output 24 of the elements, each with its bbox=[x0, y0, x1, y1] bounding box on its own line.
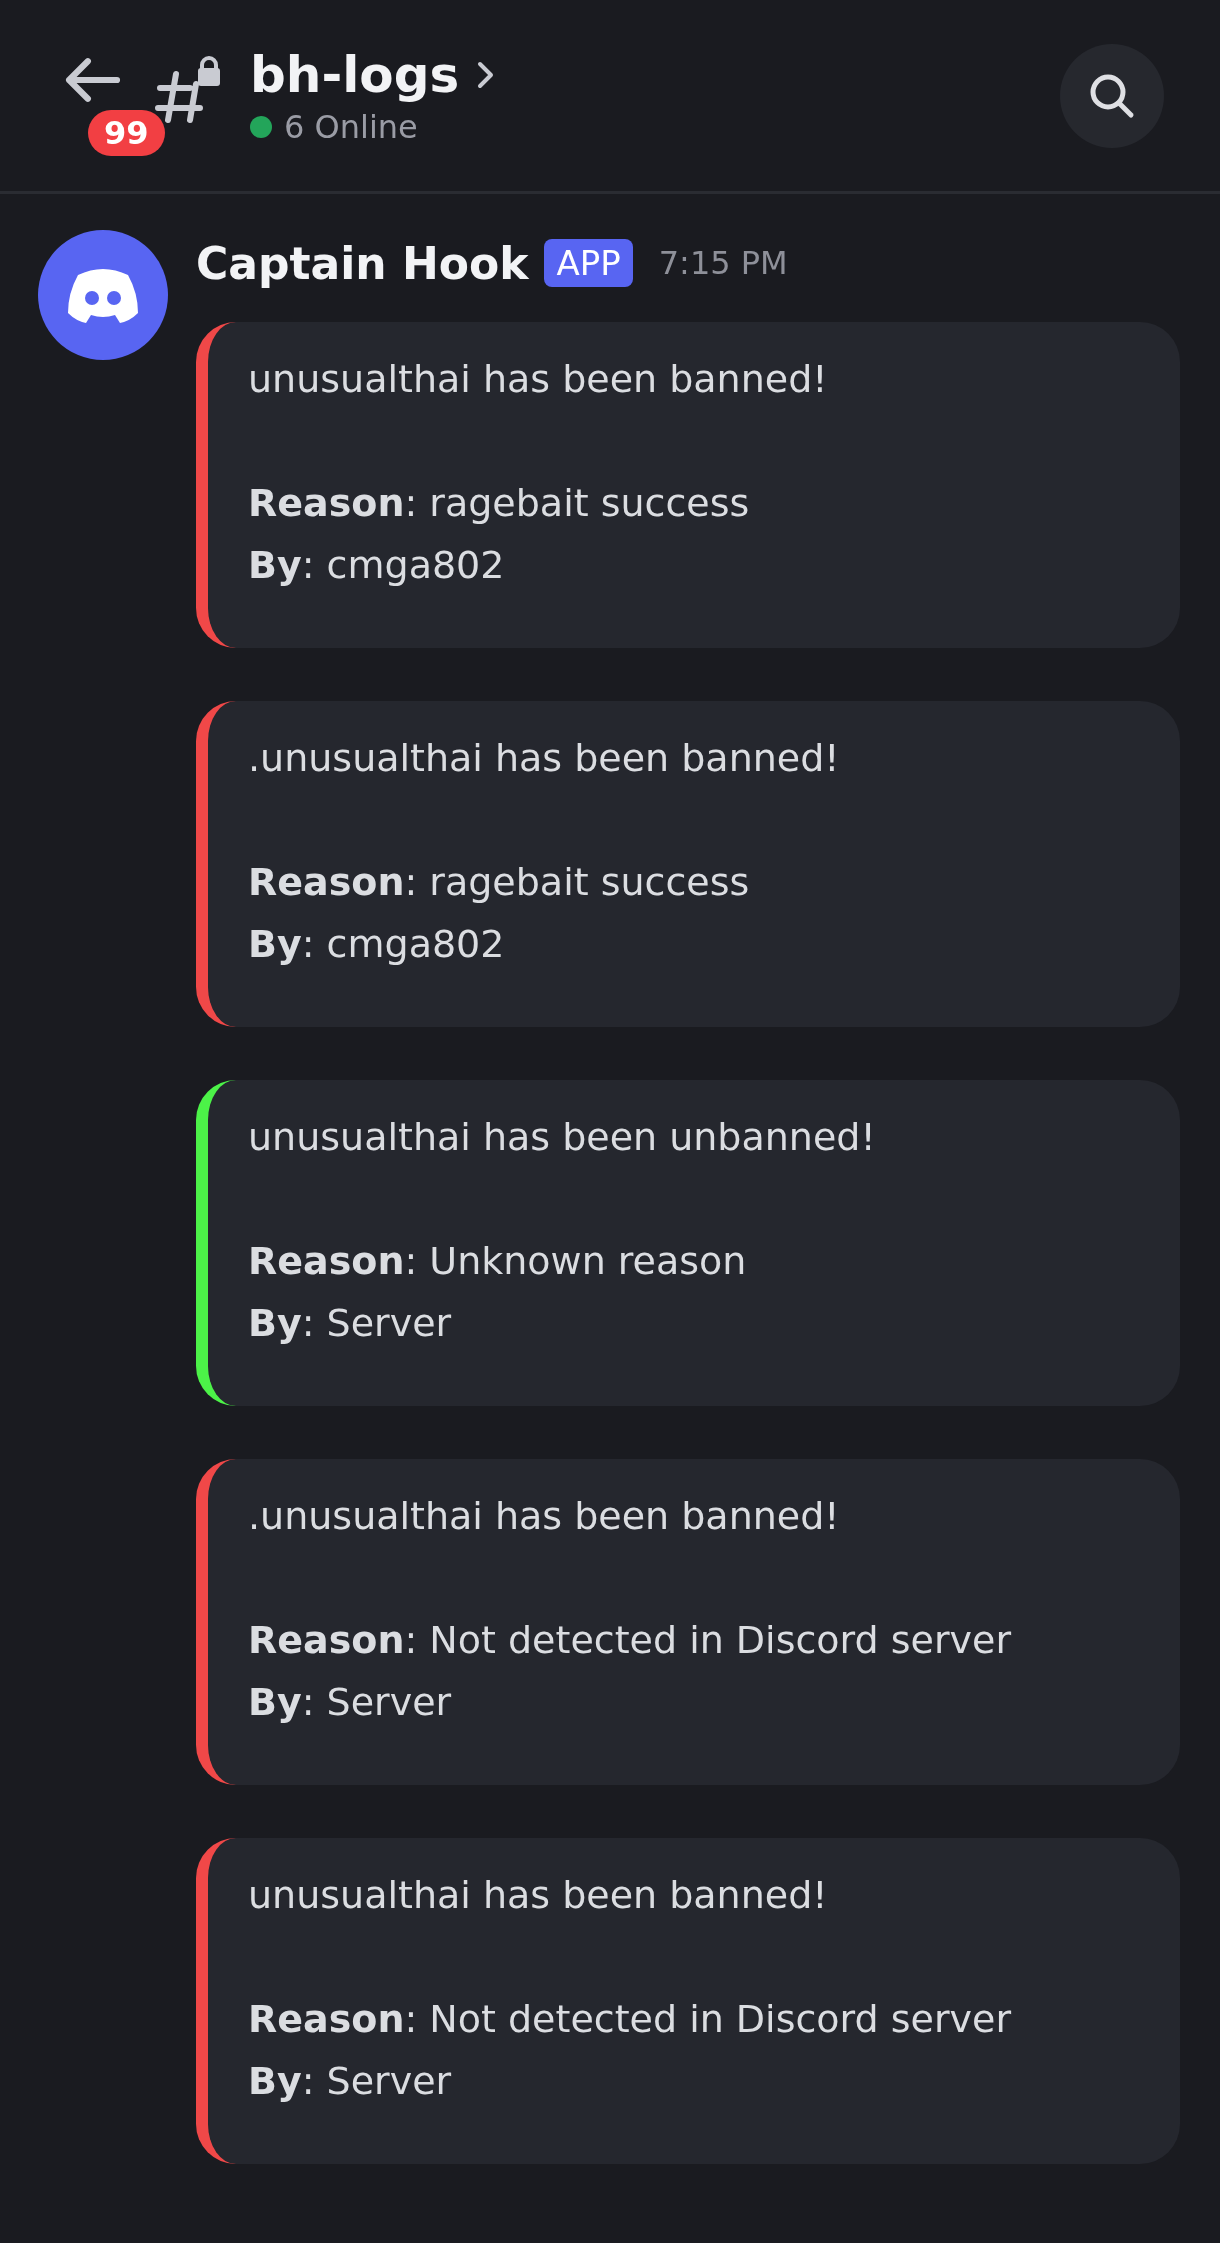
embed-author: By: cmga802 bbox=[248, 921, 506, 968]
embed-title: unusualthai has been banned! bbox=[248, 356, 829, 403]
embed-reason: Reason: Unknown reason bbox=[248, 1238, 748, 1285]
chevron-right-icon[interactable] bbox=[475, 59, 496, 90]
embed-author: By: Server bbox=[248, 2058, 453, 2105]
embed-reason: Reason: ragebait success bbox=[248, 859, 751, 906]
embed-author: By: Server bbox=[248, 1300, 453, 1347]
timestamp: 7:15 PM bbox=[658, 244, 788, 282]
embed-title: .unusualthai has been banned! bbox=[248, 735, 841, 782]
bot-avatar[interactable] bbox=[38, 230, 168, 360]
online-dot-icon bbox=[250, 115, 272, 138]
app-tag: APP bbox=[544, 239, 633, 287]
embed-reason: Reason: Not detected in Discord server bbox=[248, 1617, 1013, 1664]
embed-title: unusualthai has been unbanned! bbox=[248, 1114, 877, 1161]
embed-title: unusualthai has been banned! bbox=[248, 1872, 829, 1919]
online-count: 6 Online bbox=[284, 107, 418, 146]
embed-reason: Reason: Not detected in Discord server bbox=[248, 1996, 1013, 2043]
embed-author: By: cmga802 bbox=[248, 542, 506, 589]
embed-reason: Reason: ragebait success bbox=[248, 480, 751, 527]
unread-badge: 99 bbox=[88, 109, 165, 156]
author-name[interactable]: Captain Hook bbox=[196, 237, 529, 289]
embed-author: By: Server bbox=[248, 1679, 453, 1726]
channel-name[interactable]: bh-logs bbox=[250, 45, 460, 104]
embed-title: .unusualthai has been banned! bbox=[248, 1493, 841, 1540]
